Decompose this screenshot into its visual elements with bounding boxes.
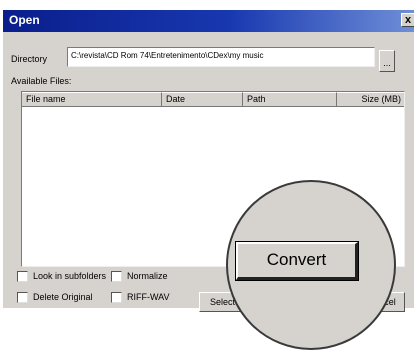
column-date[interactable]: Date — [162, 92, 243, 107]
window-title: Open — [9, 13, 40, 27]
column-size[interactable]: Size (MB) — [337, 92, 404, 107]
convert-button[interactable]: Convert — [235, 241, 359, 281]
riff-wav-label: RIFF-WAV — [127, 292, 170, 302]
close-button[interactable]: x — [401, 13, 414, 27]
riff-wav-checkbox[interactable] — [111, 292, 122, 303]
title-bar[interactable]: Open x — [3, 10, 414, 32]
column-file-name[interactable]: File name — [22, 92, 162, 107]
column-path[interactable]: Path — [243, 92, 337, 107]
delete-original-label: Delete Original — [33, 292, 93, 302]
look-in-subfolders-label: Look in subfolders — [33, 271, 107, 281]
directory-label: Directory — [11, 54, 48, 64]
directory-field[interactable]: C:\revista\CD Rom 74\Entretenimento\CDex… — [67, 47, 375, 67]
magnifier-callout: Convert — [226, 180, 396, 350]
browse-button[interactable]: ... — [379, 50, 395, 72]
available-files-label: Available Files: — [11, 76, 72, 86]
normalize-label: Normalize — [127, 271, 168, 281]
look-in-subfolders-checkbox[interactable] — [17, 271, 28, 282]
normalize-checkbox[interactable] — [111, 271, 122, 282]
delete-original-checkbox[interactable] — [17, 292, 28, 303]
